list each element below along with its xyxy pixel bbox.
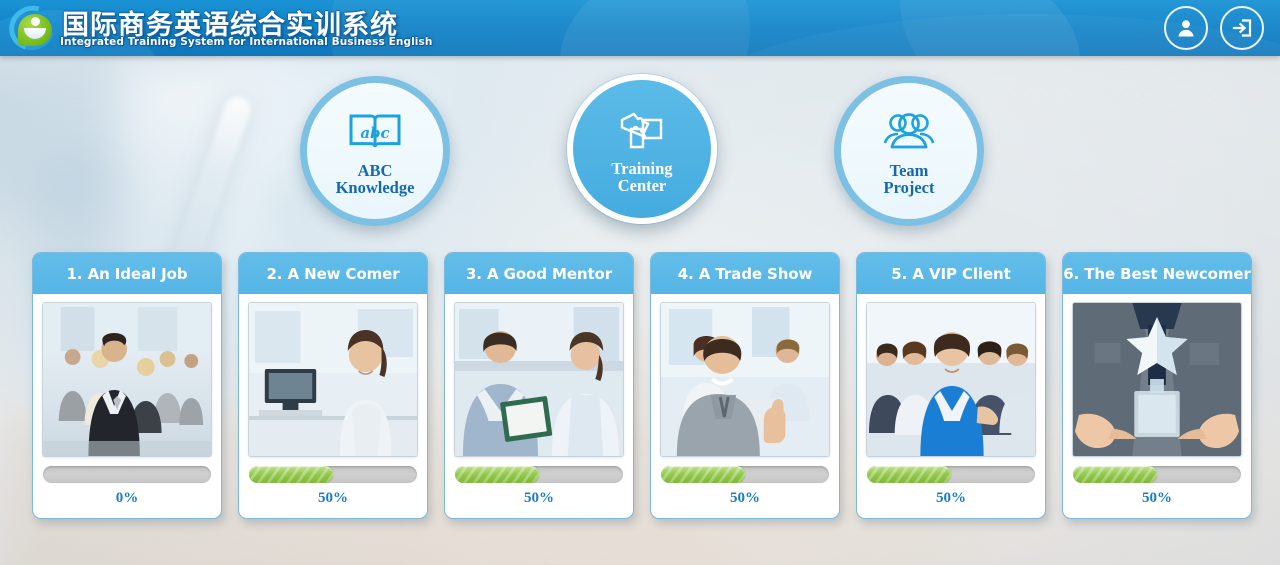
progress-bar xyxy=(455,466,623,483)
progress-percent-label: 50% xyxy=(1142,490,1172,506)
progress-percent-label: 50% xyxy=(730,490,760,506)
progress-percent-label: 50% xyxy=(318,490,348,506)
logout-icon[interactable] xyxy=(1220,6,1264,50)
course-thumbnail xyxy=(867,303,1035,456)
nav-label-team-project: Team Project xyxy=(884,162,935,197)
progress-percent-label: 0% xyxy=(115,490,139,506)
course-thumbnail xyxy=(43,303,211,456)
header-actions xyxy=(1164,6,1264,50)
progress-percent-label: 50% xyxy=(936,490,966,506)
nav-label-line1: ABC xyxy=(357,160,393,180)
nav-label-line1: Training xyxy=(611,158,673,178)
course-card[interactable]: 5. A VIP Client 50% xyxy=(856,252,1046,519)
course-thumbnail xyxy=(455,303,623,456)
progress-bar xyxy=(43,466,211,483)
progress-bar-fill xyxy=(249,466,333,483)
progress-percent-label: 50% xyxy=(524,490,554,506)
progress-bar-fill xyxy=(455,466,539,483)
course-card[interactable]: 2. A New Comer 50% xyxy=(238,252,428,519)
open-book-abc-icon: abc xyxy=(347,106,403,158)
module-navigation: abc ABC Knowledge Training Center Team P… xyxy=(0,72,1280,230)
app-header: 国际商务英语综合实训系统 Integrated Training System … xyxy=(0,0,1280,56)
course-card-title: 1. An Ideal Job xyxy=(33,253,221,294)
sidebar-item-team-project[interactable]: Team Project xyxy=(834,76,984,226)
progress-bar xyxy=(1073,466,1241,483)
sidebar-item-training-center[interactable]: Training Center xyxy=(567,74,717,224)
nav-label-abc-knowledge: ABC Knowledge xyxy=(336,162,415,197)
progress-bar-fill xyxy=(1073,466,1157,483)
progress-bar xyxy=(249,466,417,483)
course-thumbnail xyxy=(249,303,417,456)
puzzle-pieces-icon xyxy=(617,104,667,156)
progress-bar xyxy=(867,466,1035,483)
group-people-icon xyxy=(881,106,937,158)
course-card-title: 3. A Good Mentor xyxy=(445,253,633,294)
system-logo xyxy=(1,0,63,56)
progress-bar-fill xyxy=(867,466,951,483)
course-card[interactable]: 4. A Trade Show 50% xyxy=(650,252,840,519)
nav-label-training-center: Training Center xyxy=(611,160,672,195)
course-card-title: 4. A Trade Show xyxy=(651,253,839,294)
course-thumbnail xyxy=(661,303,829,456)
course-card[interactable]: 1. An Ideal Job 0% xyxy=(32,252,222,519)
application-root: 国际商务英语综合实训系统 Integrated Training System … xyxy=(0,0,1280,565)
nav-label-line2: Center xyxy=(617,176,667,195)
course-card-title: 5. A VIP Client xyxy=(857,253,1045,294)
progress-bar-fill xyxy=(661,466,745,483)
user-account-icon[interactable] xyxy=(1164,6,1208,50)
svg-text:abc: abc xyxy=(360,124,389,142)
course-card-list: 1. An Ideal Job 0% 2. A New Comer 50% 3.… xyxy=(0,252,1280,522)
course-card[interactable]: 6. The Best Newcomer 50% xyxy=(1062,252,1252,519)
nav-label-line2: Knowledge xyxy=(335,178,415,197)
sidebar-item-abc-knowledge[interactable]: abc ABC Knowledge xyxy=(300,76,450,226)
course-card[interactable]: 3. A Good Mentor 50% xyxy=(444,252,634,519)
nav-label-line1: Team xyxy=(889,160,929,180)
nav-label-line2: Project xyxy=(883,178,935,197)
course-card-title: 2. A New Comer xyxy=(239,253,427,294)
course-thumbnail xyxy=(1073,303,1241,456)
progress-bar xyxy=(661,466,829,483)
page-title-english: Integrated Training System for Internati… xyxy=(60,36,433,48)
course-card-title: 6. The Best Newcomer xyxy=(1063,253,1251,294)
